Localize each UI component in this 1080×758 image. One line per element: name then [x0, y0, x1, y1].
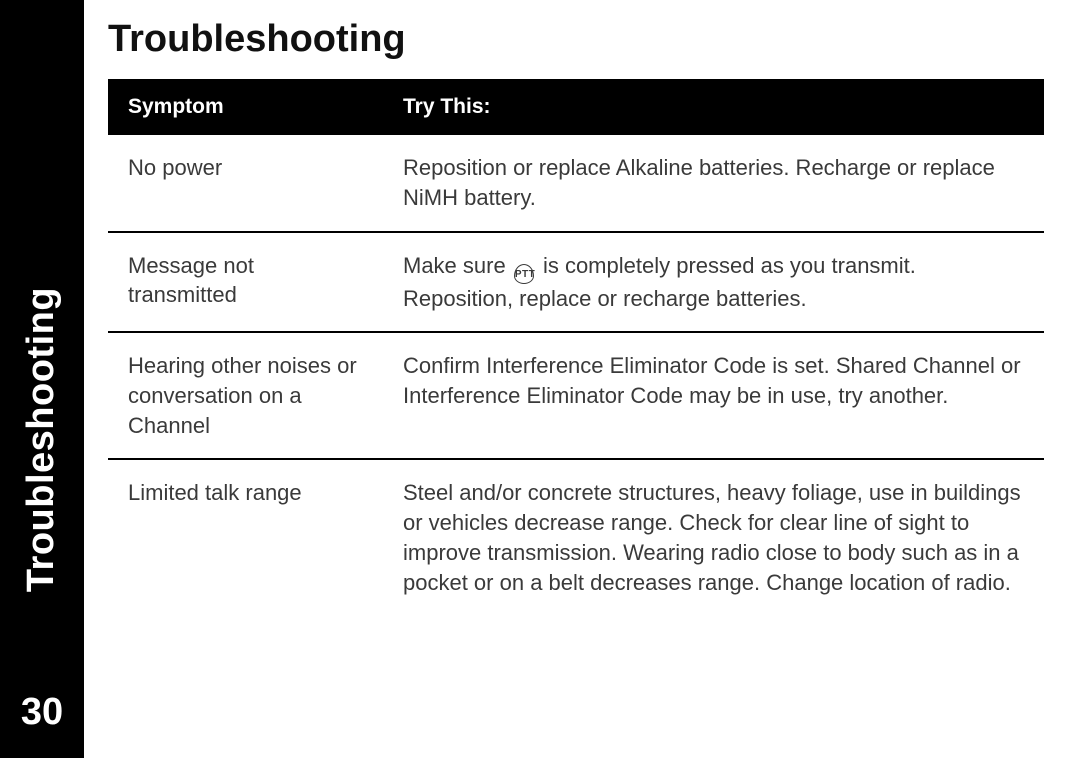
side-black-bar: Troubleshooting 30	[0, 0, 84, 758]
cell-symptom: Message not transmitted	[108, 232, 383, 333]
cell-try-this: Confirm Interference Eliminator Code is …	[383, 332, 1044, 459]
table-row: Hearing other noises or conversation on …	[108, 332, 1044, 459]
header-symptom: Symptom	[108, 79, 383, 135]
side-section-label-wrap: Troubleshooting	[0, 220, 84, 658]
page-number: 30	[0, 691, 84, 734]
cell-symptom: Hearing other noises or conversation on …	[108, 332, 383, 459]
page-title: Troubleshooting	[108, 18, 1044, 61]
ptt-icon: PTT	[514, 264, 534, 284]
header-try-this: Try This:	[383, 79, 1044, 135]
table-row: Message not transmitted Make sure PTT is…	[108, 232, 1044, 333]
cell-try-this: Make sure PTT is completely pressed as y…	[383, 232, 1044, 333]
table-row: No power Reposition or replace Alkaline …	[108, 135, 1044, 231]
cell-symptom: No power	[108, 135, 383, 231]
cell-symptom: Limited talk range	[108, 459, 383, 615]
table-row: Limited talk range Steel and/or concrete…	[108, 459, 1044, 615]
content: Troubleshooting Symptom Try This: No pow…	[108, 18, 1044, 615]
try-this-pre: Make sure	[403, 253, 512, 278]
manual-page: Troubleshooting 30 Troubleshooting Sympt…	[0, 0, 1080, 758]
side-section-label: Troubleshooting	[21, 286, 64, 591]
cell-try-this: Steel and/or concrete structures, heavy …	[383, 459, 1044, 615]
cell-try-this: Reposition or replace Alkaline batteries…	[383, 135, 1044, 231]
troubleshooting-table: Symptom Try This: No power Reposition or…	[108, 79, 1044, 615]
